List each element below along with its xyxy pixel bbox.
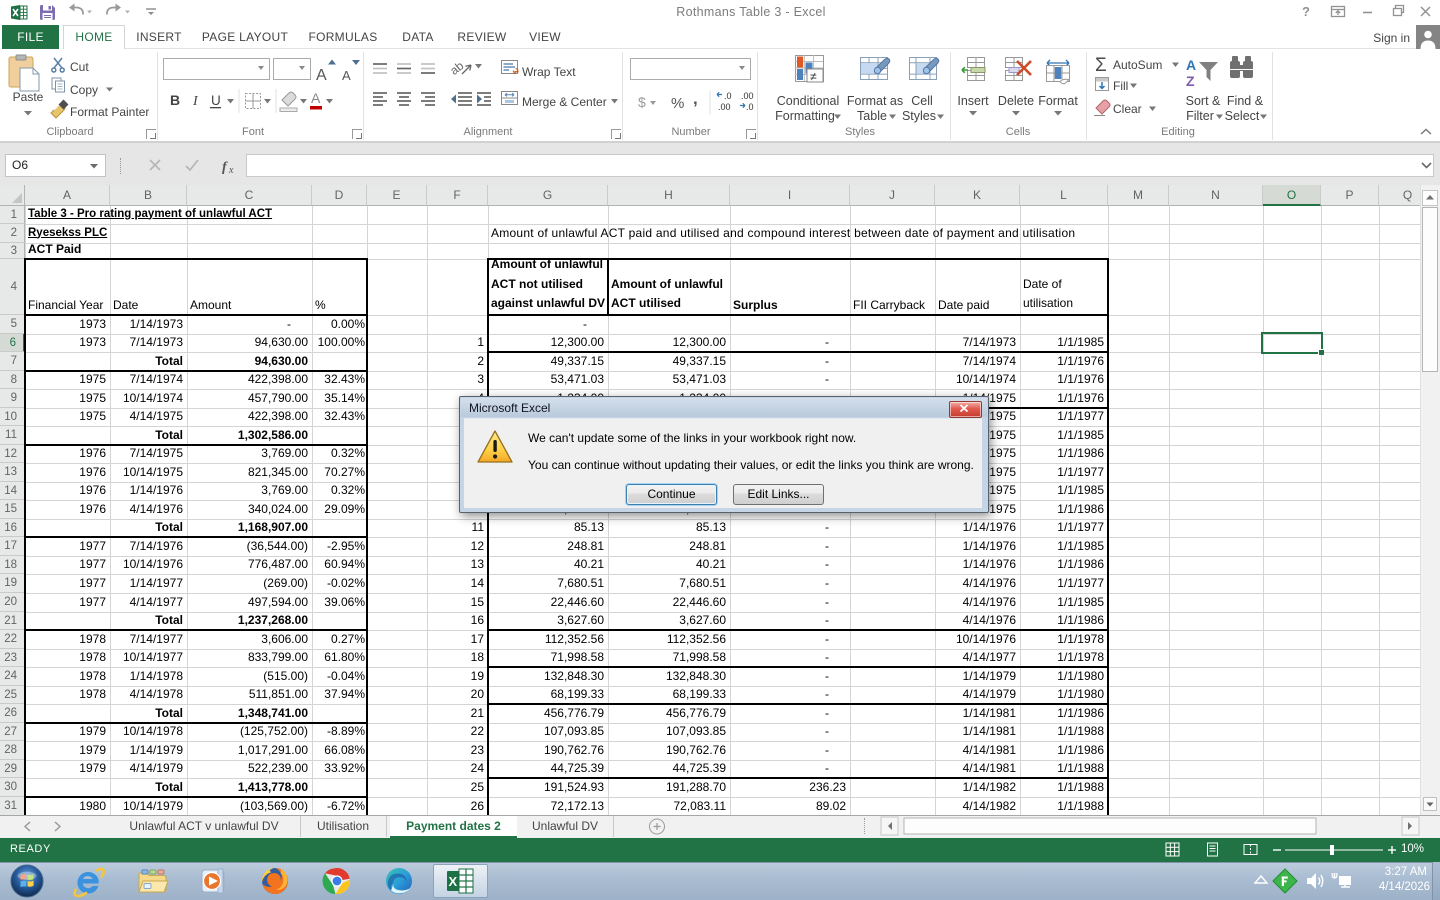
- svg-text:Sort &: Sort &: [1186, 94, 1221, 108]
- svg-text:Cell: Cell: [911, 94, 933, 108]
- svg-text:Wrap Text: Wrap Text: [522, 65, 576, 79]
- svg-text:?: ?: [1302, 4, 1310, 19]
- svg-text:Fill: Fill: [1113, 79, 1128, 93]
- svg-text:x: x: [228, 165, 234, 176]
- svg-text:I: I: [192, 94, 199, 109]
- svg-text:Z: Z: [1186, 73, 1195, 89]
- svg-text:Delete: Delete: [998, 94, 1034, 108]
- svg-text:ab: ab: [447, 58, 466, 77]
- svg-text:Cut: Cut: [70, 60, 89, 74]
- svg-text:Insert: Insert: [957, 94, 989, 108]
- svg-text:.00: .00: [741, 91, 754, 101]
- svg-text:AutoSum: AutoSum: [1113, 58, 1162, 72]
- svg-text:Table: Table: [857, 109, 887, 123]
- svg-text:Clear: Clear: [1113, 102, 1142, 116]
- svg-text:B: B: [170, 92, 180, 108]
- svg-text:f: f: [222, 160, 228, 175]
- svg-text:Select: Select: [1225, 109, 1260, 123]
- svg-text:A: A: [311, 90, 321, 106]
- svg-text:Filter: Filter: [1186, 109, 1214, 123]
- svg-text:Copy: Copy: [70, 83, 98, 97]
- svg-text:Merge & Center: Merge & Center: [522, 95, 607, 109]
- svg-text:X: X: [449, 874, 458, 889]
- svg-text:$: $: [638, 94, 646, 110]
- svg-text:Format: Format: [1038, 94, 1078, 108]
- svg-text:Formatting: Formatting: [775, 109, 835, 123]
- svg-text:.00: .00: [718, 102, 731, 112]
- svg-text:Σ: Σ: [1095, 55, 1107, 76]
- svg-text:U: U: [211, 93, 221, 108]
- svg-text:,: ,: [693, 89, 698, 108]
- svg-text:A: A: [316, 67, 327, 84]
- svg-text:Styles: Styles: [902, 109, 936, 123]
- svg-text:Format Painter: Format Painter: [70, 105, 149, 119]
- svg-text:%: %: [671, 95, 684, 112]
- svg-text:Format as: Format as: [847, 94, 903, 108]
- svg-text:Find &: Find &: [1227, 94, 1264, 108]
- svg-text:Conditional: Conditional: [777, 94, 840, 108]
- svg-text:Paste: Paste: [13, 90, 44, 104]
- svg-text:A: A: [342, 68, 351, 83]
- svg-text:.0: .0: [724, 91, 732, 101]
- svg-text:.0: .0: [746, 102, 754, 112]
- svg-text:≠: ≠: [810, 70, 817, 84]
- svg-text:A: A: [1186, 57, 1196, 73]
